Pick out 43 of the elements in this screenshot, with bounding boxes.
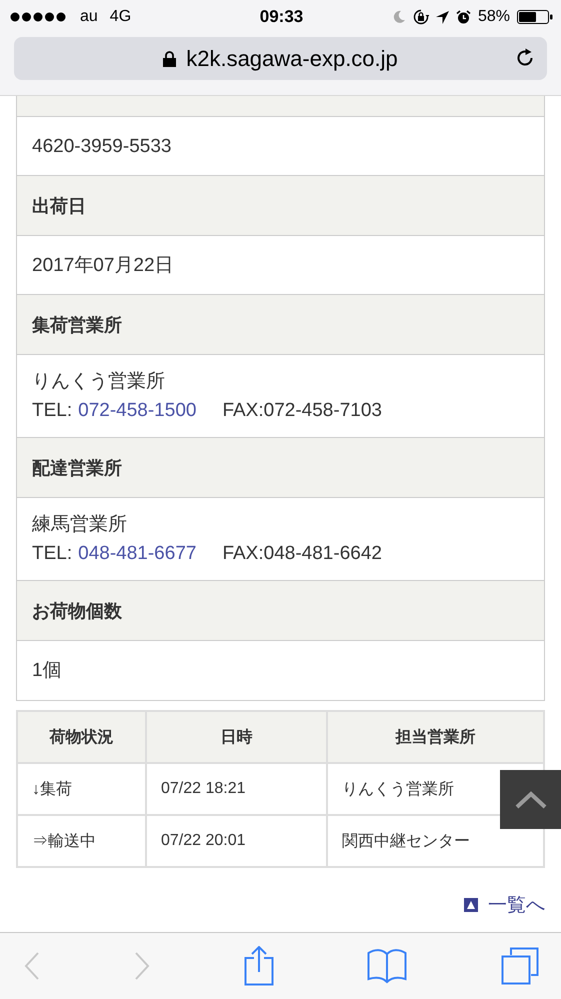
- section-header: 集荷営業所: [17, 295, 544, 355]
- clock-time: 09:33: [260, 7, 304, 27]
- column-header: 荷物状況: [17, 711, 146, 763]
- list-link[interactable]: 一覧へ: [488, 892, 545, 918]
- reload-icon[interactable]: [515, 48, 535, 68]
- section-header: 配達営業所: [17, 438, 544, 498]
- section-header: 出荷日: [17, 176, 544, 236]
- network-type: 4G: [110, 8, 132, 26]
- field-value: 練馬営業所: [32, 513, 128, 537]
- phone-link[interactable]: 072-458-1500: [78, 396, 196, 425]
- chevron-up-icon: [514, 790, 546, 808]
- field-value: 2017年07月22日: [32, 254, 175, 278]
- up-triangle-icon: [464, 898, 478, 912]
- share-icon[interactable]: [244, 946, 274, 986]
- tel-label: TEL:: [32, 399, 72, 423]
- battery-percentage: 58%: [478, 8, 510, 26]
- rotation-lock-icon: [412, 9, 429, 25]
- url-text: k2k.sagawa-exp.co.jp: [186, 46, 398, 72]
- lock-icon: [163, 50, 176, 66]
- table-cell: 07/22 18:21: [146, 763, 327, 815]
- tabs-icon[interactable]: [501, 947, 539, 985]
- battery-icon: [516, 10, 553, 24]
- tel-label: TEL:: [32, 542, 72, 566]
- field-value: りんくう営業所: [32, 370, 166, 394]
- book-icon[interactable]: [367, 948, 408, 984]
- field-value: 4620-3959-5533: [32, 134, 172, 158]
- address-bar[interactable]: k2k.sagawa-exp.co.jp: [14, 37, 547, 80]
- fax-number: FAX:072-458-7103: [222, 399, 382, 423]
- fax-number: FAX:048-481-6642: [222, 542, 382, 566]
- table-cell: ⇒輸送中: [17, 815, 146, 867]
- section-header: お荷物個数: [17, 581, 544, 641]
- signal-icon: [10, 12, 68, 22]
- column-header: 担当営業所: [327, 711, 544, 763]
- column-header: 日時: [146, 711, 327, 763]
- table-cell: ↓集荷: [17, 763, 146, 815]
- scroll-to-top-button[interactable]: [500, 770, 561, 829]
- location-arrow-icon: [436, 10, 449, 24]
- alarm-clock-icon: [456, 10, 471, 24]
- phone-link[interactable]: 048-481-6677: [78, 539, 196, 568]
- moon-icon: [392, 10, 406, 24]
- table-cell: 07/22 20:01: [146, 815, 327, 867]
- field-value: 1個: [32, 659, 63, 683]
- carrier-name: au: [80, 8, 98, 26]
